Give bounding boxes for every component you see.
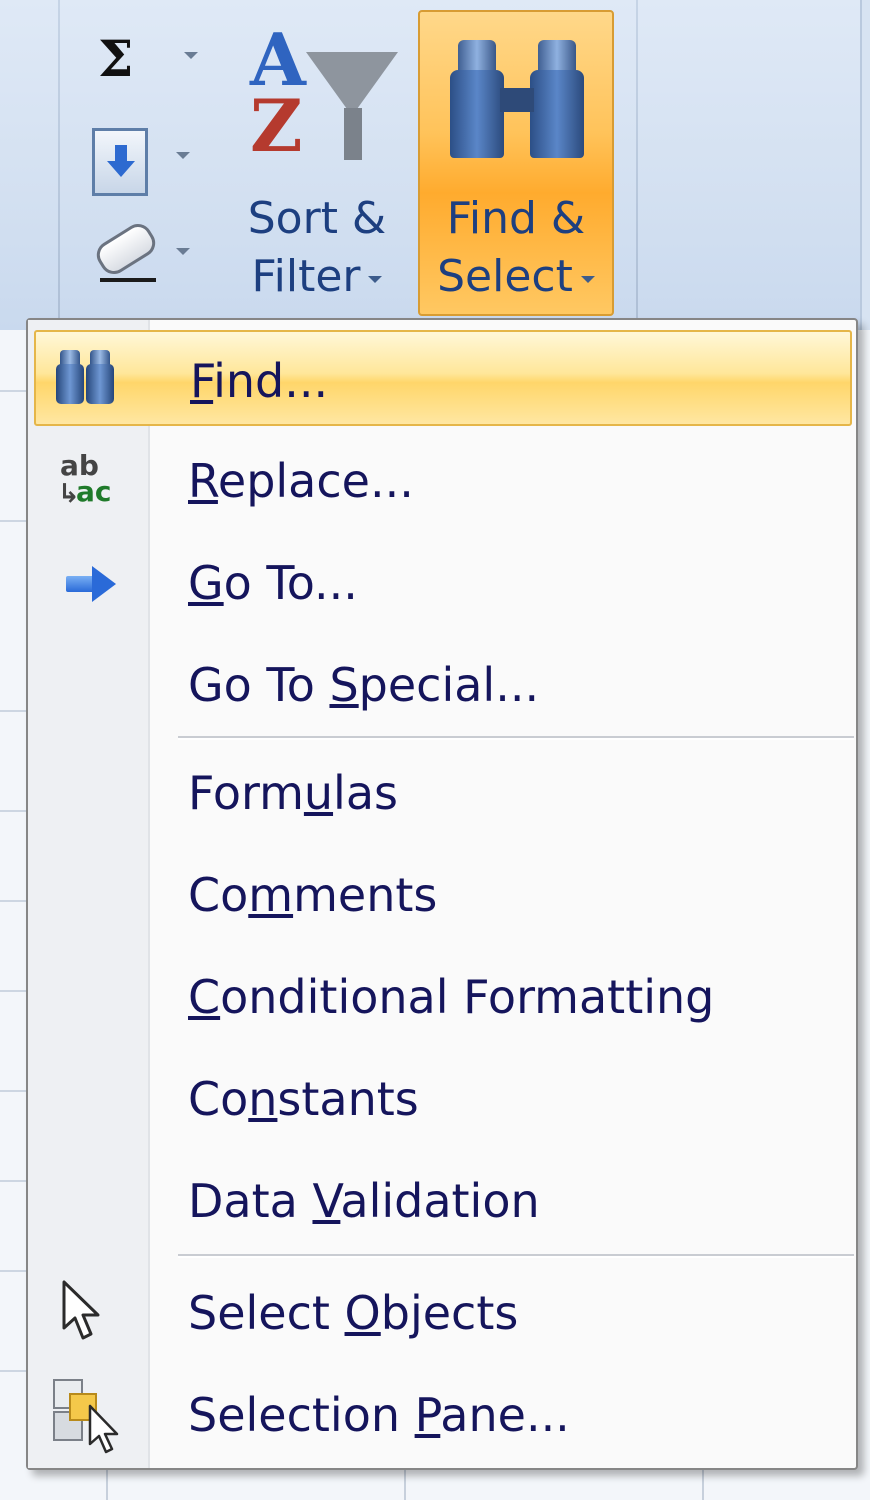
fill-down-icon (92, 128, 148, 196)
binoculars-icon (54, 350, 124, 410)
find-select-button[interactable]: Find & Select (418, 10, 614, 316)
menu-item-data-validation[interactable]: Data Validation (32, 1152, 852, 1250)
menu-item-comments[interactable]: Comments (32, 846, 852, 944)
menu-item-selection-pane[interactable]: Selection Pane... (32, 1366, 852, 1464)
menu-item-label: Constants (188, 1072, 419, 1126)
replace-icon: ab ↳ ac (58, 449, 112, 509)
eraser-icon (91, 218, 161, 280)
menu-separator (178, 736, 854, 738)
autosum-button[interactable]: Σ (88, 24, 208, 94)
filter-funnel-icon (306, 52, 398, 116)
arrow-right-icon (54, 554, 124, 614)
menu-item-label: Selection Pane... (188, 1388, 570, 1442)
menu-item-label: Data Validation (188, 1174, 540, 1228)
menu-item-label: Formulas (188, 766, 398, 820)
menu-item-go-to-special[interactable]: Go To Special... (32, 636, 852, 734)
selection-pane-icon (50, 1376, 120, 1454)
sort-filter-label: Sort & Filter (247, 193, 387, 302)
ribbon-group-divider (636, 0, 638, 320)
fill-button[interactable] (88, 124, 208, 196)
menu-item-constants[interactable]: Constants (32, 1050, 852, 1148)
cursor-icon (60, 1280, 130, 1340)
ribbon-group-divider (58, 0, 60, 320)
menu-item-find[interactable]: Find... (34, 330, 852, 426)
menu-item-label: Find... (190, 354, 329, 408)
ribbon-background: Σ A Z Sort & Filter Find & Select (0, 0, 870, 330)
menu-item-label: Go To... (188, 556, 358, 610)
binoculars-icon (450, 40, 584, 160)
menu-item-go-to[interactable]: Go To... (32, 534, 852, 632)
menu-item-label: Comments (188, 868, 438, 922)
menu-separator (178, 1254, 854, 1256)
menu-item-conditional-formatting[interactable]: Conditional Formatting (32, 948, 852, 1046)
menu-item-replace[interactable]: ab ↳ ac Replace... (32, 432, 852, 530)
menu-item-label: Replace... (188, 454, 414, 508)
sort-filter-button[interactable]: A Z Sort & Filter (232, 12, 402, 312)
chevron-down-icon (580, 275, 595, 283)
menu-item-label: Select Objects (188, 1286, 519, 1340)
menu-item-select-objects[interactable]: Select Objects (32, 1264, 852, 1362)
chevron-down-icon (184, 52, 198, 59)
chevron-down-icon (176, 248, 190, 255)
menu-item-label: Conditional Formatting (188, 970, 715, 1024)
clear-button[interactable] (88, 218, 208, 290)
chevron-down-icon (368, 275, 383, 283)
chevron-down-icon (176, 152, 190, 159)
menu-item-formulas[interactable]: Formulas (32, 744, 852, 842)
sigma-icon: Σ (98, 29, 134, 88)
find-select-label: Find & Select (420, 190, 612, 306)
menu-item-label: Go To Special... (188, 658, 540, 712)
ribbon-edge (860, 0, 870, 330)
find-select-dropdown-menu: Find... ab ↳ ac Replace... Go To... Go T… (26, 318, 858, 1470)
